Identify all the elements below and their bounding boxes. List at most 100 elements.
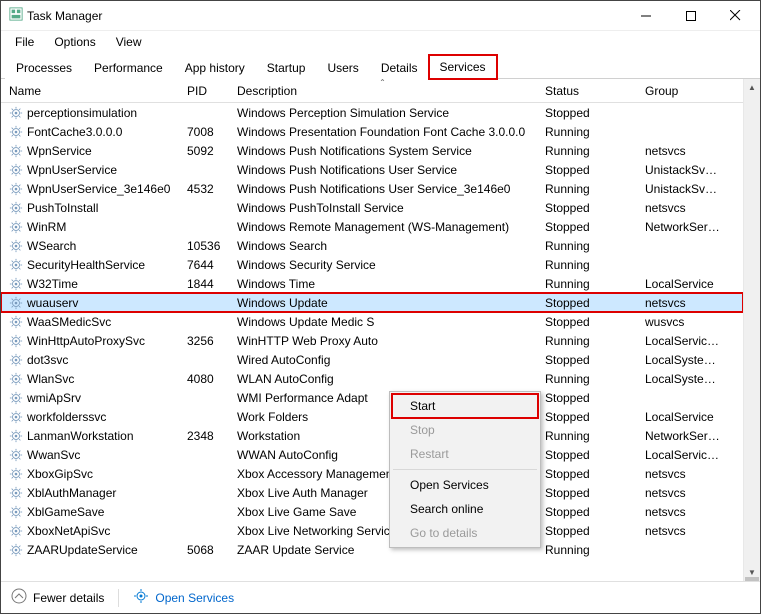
service-description: Windows Push Notifications System Servic…: [229, 144, 537, 158]
service-name: ZAARUpdateService: [27, 543, 138, 557]
tab-services[interactable]: Services: [429, 55, 497, 79]
col-header-description[interactable]: Description ⌃: [229, 79, 537, 102]
grid-header: Name PID Description ⌃ Status Group: [1, 79, 743, 103]
menu-file[interactable]: File: [7, 33, 42, 51]
service-description: Windows Push Notifications User Service: [229, 163, 537, 177]
table-row[interactable]: XblAuthManagerXbox Live Auth ManagerStop…: [1, 483, 743, 502]
service-name: FontCache3.0.0.0: [27, 125, 122, 139]
table-row[interactable]: workfolderssvcWork FoldersStoppedLocalSe…: [1, 407, 743, 426]
service-group: netsvcs: [637, 201, 731, 215]
menubar: File Options View: [1, 31, 760, 53]
service-description: Windows Presentation Foundation Font Cac…: [229, 125, 537, 139]
ctx-search-online[interactable]: Search online: [392, 497, 538, 521]
table-row[interactable]: WpnUserService_3e146e04532Windows Push N…: [1, 179, 743, 198]
scroll-down-button[interactable]: ▼: [744, 564, 760, 581]
service-name: WinRM: [27, 220, 66, 234]
tab-apphistory[interactable]: App history: [174, 56, 256, 79]
service-name: XboxGipSvc: [27, 467, 93, 481]
close-button[interactable]: [713, 2, 758, 30]
titlebar[interactable]: Task Manager: [1, 1, 760, 31]
service-gear-icon: [9, 429, 23, 443]
table-row[interactable]: WpnUserServiceWindows Push Notifications…: [1, 160, 743, 179]
table-row[interactable]: W32Time1844Windows TimeRunningLocalServi…: [1, 274, 743, 293]
service-description: Windows Push Notifications User Service_…: [229, 182, 537, 196]
ctx-go-to-details: Go to details: [392, 521, 538, 545]
service-gear-icon: [9, 220, 23, 234]
vertical-scrollbar[interactable]: ▲ ▼: [743, 79, 760, 581]
table-row[interactable]: XblGameSaveXbox Live Game SaveStoppednet…: [1, 502, 743, 521]
table-row[interactable]: PushToInstallWindows PushToInstall Servi…: [1, 198, 743, 217]
service-group: LocalService: [637, 410, 731, 424]
service-pid: 2348: [179, 429, 229, 443]
table-row[interactable]: FontCache3.0.0.07008Windows Presentation…: [1, 122, 743, 141]
tab-users[interactable]: Users: [316, 56, 369, 79]
service-status: Stopped: [537, 391, 637, 405]
service-gear-icon: [9, 353, 23, 367]
tab-details[interactable]: Details: [370, 56, 429, 79]
service-pid: 1844: [179, 277, 229, 291]
col-header-status[interactable]: Status: [537, 79, 637, 102]
service-gear-icon: [9, 315, 23, 329]
table-row[interactable]: wmiApSrvWMI Performance AdaptStopped: [1, 388, 743, 407]
menu-view[interactable]: View: [108, 33, 150, 51]
service-gear-icon: [9, 334, 23, 348]
table-row[interactable]: XboxNetApiSvcXbox Live Networking Servic…: [1, 521, 743, 540]
table-row[interactable]: ZAARUpdateService5068ZAAR Update Service…: [1, 540, 743, 559]
service-pid: 10536: [179, 239, 229, 253]
col-header-name[interactable]: Name: [1, 79, 179, 102]
minimize-button[interactable]: [623, 2, 668, 30]
table-row[interactable]: XboxGipSvcXbox Accessory Management Serv…: [1, 464, 743, 483]
table-row[interactable]: wuauservWindows UpdateStoppednetsvcs: [1, 293, 743, 312]
tab-processes[interactable]: Processes: [5, 56, 83, 79]
menu-options[interactable]: Options: [46, 33, 103, 51]
table-row[interactable]: WaaSMedicSvcWindows Update Medic SStoppe…: [1, 312, 743, 331]
service-name: WinHttpAutoProxySvc: [27, 334, 145, 348]
service-name: WaaSMedicSvc: [27, 315, 111, 329]
window-title: Task Manager: [27, 9, 102, 23]
service-description: Windows Update: [229, 296, 537, 310]
service-description: Windows Time: [229, 277, 537, 291]
tab-startup[interactable]: Startup: [256, 56, 317, 79]
open-services-link[interactable]: Open Services: [133, 588, 234, 607]
table-row[interactable]: perceptionsimulationWindows Perception S…: [1, 103, 743, 122]
service-gear-icon: [9, 505, 23, 519]
table-row[interactable]: LanmanWorkstation2348WorkstationRunningN…: [1, 426, 743, 445]
service-gear-icon: [9, 296, 23, 310]
service-status: Stopped: [537, 448, 637, 462]
table-row[interactable]: dot3svcWired AutoConfigStoppedLocalSyste…: [1, 350, 743, 369]
table-row[interactable]: WwanSvcWWAN AutoConfigStoppedLocalServic…: [1, 445, 743, 464]
maximize-button[interactable]: [668, 2, 713, 30]
service-status: Running: [537, 334, 637, 348]
col-header-description-label: Description: [237, 84, 297, 98]
table-row[interactable]: WinRMWindows Remote Management (WS-Manag…: [1, 217, 743, 236]
service-status: Stopped: [537, 410, 637, 424]
tab-performance[interactable]: Performance: [83, 56, 174, 79]
service-gear-icon: [9, 182, 23, 196]
ctx-open-services[interactable]: Open Services: [392, 473, 538, 497]
service-pid: 4080: [179, 372, 229, 386]
services-grid: Name PID Description ⌃ Status Group perc…: [1, 79, 743, 581]
service-gear-icon: [9, 163, 23, 177]
service-name: dot3svc: [27, 353, 68, 367]
service-name: WlanSvc: [27, 372, 74, 386]
table-row[interactable]: WpnService5092Windows Push Notifications…: [1, 141, 743, 160]
fewer-details-button[interactable]: Fewer details: [11, 588, 104, 607]
col-header-group[interactable]: Group: [637, 79, 731, 102]
service-gear-icon: [9, 486, 23, 500]
service-group: netsvcs: [637, 486, 731, 500]
table-row[interactable]: WinHttpAutoProxySvc3256WinHTTP Web Proxy…: [1, 331, 743, 350]
scroll-up-button[interactable]: ▲: [744, 79, 760, 96]
table-row[interactable]: WlanSvc4080WLAN AutoConfigRunningLocalSy…: [1, 369, 743, 388]
service-group: LocalServiceN...: [637, 334, 731, 348]
table-row[interactable]: SecurityHealthService7644Windows Securit…: [1, 255, 743, 274]
service-pid: 5092: [179, 144, 229, 158]
col-header-pid[interactable]: PID: [179, 79, 229, 102]
service-pid: 3256: [179, 334, 229, 348]
ctx-start[interactable]: Start: [392, 394, 538, 418]
service-status: Stopped: [537, 163, 637, 177]
service-group: wusvcs: [637, 315, 731, 329]
table-row[interactable]: WSearch10536Windows SearchRunning: [1, 236, 743, 255]
sort-indicator-icon: ⌃: [379, 79, 386, 87]
service-status: Running: [537, 429, 637, 443]
service-name: perceptionsimulation: [27, 106, 137, 120]
